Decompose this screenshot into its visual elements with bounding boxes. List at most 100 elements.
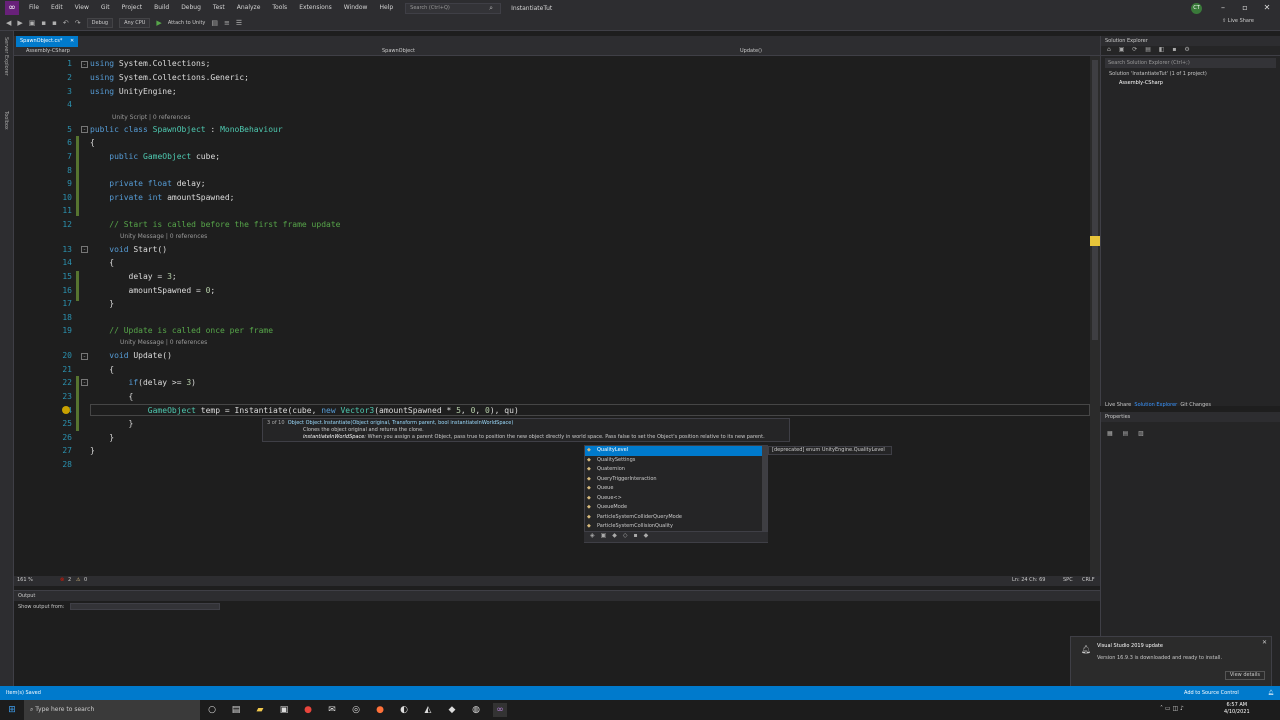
list-item[interactable]: ◆ Queue<> [585, 494, 767, 504]
output-source-select[interactable] [70, 603, 221, 610]
store-icon[interactable]: ▣ [277, 703, 291, 717]
windows-start-icon[interactable]: ⊞ [5, 703, 19, 717]
warning-icon[interactable]: ⚠ [76, 577, 80, 583]
maximize-icon[interactable]: ▫ [1234, 0, 1256, 16]
steam-icon[interactable]: ◎ [349, 703, 363, 717]
app-icon[interactable]: ◐ [397, 703, 411, 717]
play-icon[interactable]: ▶ [156, 19, 161, 27]
taskbar-search-input[interactable]: ⌕ Type here to search [24, 700, 200, 720]
class-dropdown[interactable]: SpawnObject [382, 48, 415, 54]
close-icon[interactable]: ✕ [70, 38, 74, 44]
line-ending[interactable]: CRLF [1082, 577, 1095, 583]
new-project-icon[interactable]: ▣ [29, 19, 36, 27]
fold-toggle-icon[interactable]: - [81, 61, 88, 68]
tray-icons[interactable]: ˄ ▭ ◫ ♪ [1160, 705, 1184, 712]
menu-git[interactable]: Git [95, 0, 116, 16]
search-input[interactable]: Search (Ctrl+Q) [405, 2, 502, 14]
menu-test[interactable]: Test [207, 0, 231, 16]
menu-debug[interactable]: Debug [175, 0, 207, 16]
menu-help[interactable]: Help [373, 0, 399, 16]
scrollbar-thumb[interactable] [1092, 60, 1098, 340]
list-item[interactable]: ◆ QualityLevel [585, 446, 767, 456]
menu-build[interactable]: Build [148, 0, 175, 16]
filter-icon[interactable]: ◈ [590, 532, 601, 539]
cortana-icon[interactable]: ○ [205, 703, 219, 717]
chrome-icon[interactable]: ● [301, 703, 315, 717]
list-item[interactable]: ◆ Quaternion [585, 465, 767, 475]
live-share-button[interactable]: ⇪ Live Share [1222, 18, 1254, 24]
toolbox-tab[interactable]: Toolbox [3, 111, 9, 130]
codelens-references[interactable]: Unity Message | 0 references [120, 233, 207, 240]
mail-icon[interactable]: ✉ [325, 703, 339, 717]
code-editor[interactable]: 1 2 3 4 5 6 7 8 9 10 11 12 13 14 15 16 1… [14, 56, 1100, 576]
tab-solution-explorer[interactable]: Solution Explorer [1134, 402, 1177, 408]
minimize-icon[interactable]: – [1212, 0, 1234, 16]
server-explorer-tab[interactable]: Server Explorer [3, 37, 9, 76]
menu-project[interactable]: Project [116, 0, 149, 16]
list-item[interactable]: ◆ ParticleSystemColliderQueryMode [585, 513, 767, 523]
app-icon[interactable]: ● [373, 703, 387, 717]
menu-file[interactable]: File [23, 0, 45, 16]
menu-tools[interactable]: Tools [266, 0, 293, 16]
save-icon[interactable]: ▪ [41, 19, 46, 27]
error-icon[interactable]: ⊗ [60, 577, 64, 583]
list-item[interactable]: ◆ QueueMode [585, 503, 767, 513]
tab-spawnobject[interactable]: SpawnObject.cs* ✕ [16, 36, 79, 47]
configuration-select[interactable]: Debug [86, 18, 114, 28]
member-dropdown[interactable]: Update() [740, 48, 762, 54]
project-dropdown[interactable]: Assembly-CSharp [26, 48, 70, 54]
visual-studio-icon[interactable]: ∞ [493, 703, 507, 717]
avatar[interactable]: CT [1191, 3, 1202, 14]
toolbar-icon[interactable]: ☰ [236, 19, 242, 27]
search-icon[interactable]: ⌕ [489, 4, 493, 13]
menu-edit[interactable]: Edit [45, 0, 69, 16]
fold-toggle-icon[interactable]: - [81, 379, 88, 386]
filter-icon[interactable]: ◆ [644, 532, 655, 539]
filter-icon[interactable]: ◆ [612, 532, 623, 539]
unity-icon[interactable]: ◭ [421, 703, 435, 717]
fold-toggle-icon[interactable]: - [81, 353, 88, 360]
fold-toggle-icon[interactable]: - [81, 246, 88, 253]
close-icon[interactable]: ✕ [1262, 639, 1267, 646]
attach-to-unity-button[interactable]: Attach to Unity [168, 20, 206, 26]
app-icon[interactable]: ◍ [469, 703, 483, 717]
bell-icon[interactable]: 🔔︎ [1268, 686, 1274, 700]
app-icon[interactable]: ◆ [445, 703, 459, 717]
redo-icon[interactable]: ↷ [75, 19, 81, 27]
undo-icon[interactable]: ↶ [63, 19, 69, 27]
menu-extensions[interactable]: Extensions [293, 0, 338, 16]
toolbar-icon[interactable]: ▤ [211, 19, 218, 27]
lightbulb-icon[interactable] [62, 406, 70, 414]
list-item[interactable]: ◆ QueryTriggerInteraction [585, 475, 767, 485]
codelens-references[interactable]: Unity Script | 0 references [112, 114, 190, 121]
project-node[interactable]: Assembly-CSharp [1101, 79, 1280, 88]
menu-window[interactable]: Window [338, 0, 374, 16]
forward-icon[interactable]: ▶ [17, 19, 22, 27]
tab-live-share[interactable]: Live Share [1105, 402, 1131, 408]
file-explorer-icon[interactable]: ▰ [253, 703, 267, 717]
back-icon[interactable]: ◀ [6, 19, 11, 27]
platform-select[interactable]: Any CPU [119, 18, 151, 28]
close-icon[interactable]: ✕ [1256, 0, 1278, 16]
filter-icon[interactable]: ◇ [623, 532, 634, 539]
filter-icon[interactable]: ▪ [634, 532, 644, 539]
zoom-level[interactable]: 161 % [17, 577, 33, 583]
tab-git-changes[interactable]: Git Changes [1180, 402, 1211, 408]
task-view-icon[interactable]: ▤ [229, 703, 243, 717]
view-details-button[interactable]: View details [1224, 671, 1265, 680]
list-item[interactable]: ◆ Queue [585, 484, 767, 494]
intellisense-list[interactable]: ◆ QualityLevel ◆ QualitySettings ◆ Quaterni… [584, 445, 768, 543]
codelens-references[interactable]: Unity Message | 0 references [120, 339, 207, 346]
whitespace-mode[interactable]: SPC [1063, 577, 1073, 583]
save-all-icon[interactable]: ▪ [52, 19, 57, 27]
solution-search-input[interactable]: Search Solution Explorer (Ctrl+;) [1105, 58, 1276, 68]
overload-counter[interactable]: 3 of 10 [267, 420, 285, 426]
list-item[interactable]: ◆ QualitySettings [585, 456, 767, 466]
toolbar-icon[interactable]: ≡ [224, 19, 230, 27]
vertical-scrollbar[interactable] [1090, 56, 1100, 576]
menu-analyze[interactable]: Analyze [231, 0, 267, 16]
filter-icon[interactable]: ▣ [601, 532, 613, 539]
clock[interactable]: 6:57 AM 4/10/2021 [1224, 702, 1250, 716]
menu-view[interactable]: View [69, 0, 95, 16]
fold-toggle-icon[interactable]: - [81, 126, 88, 133]
